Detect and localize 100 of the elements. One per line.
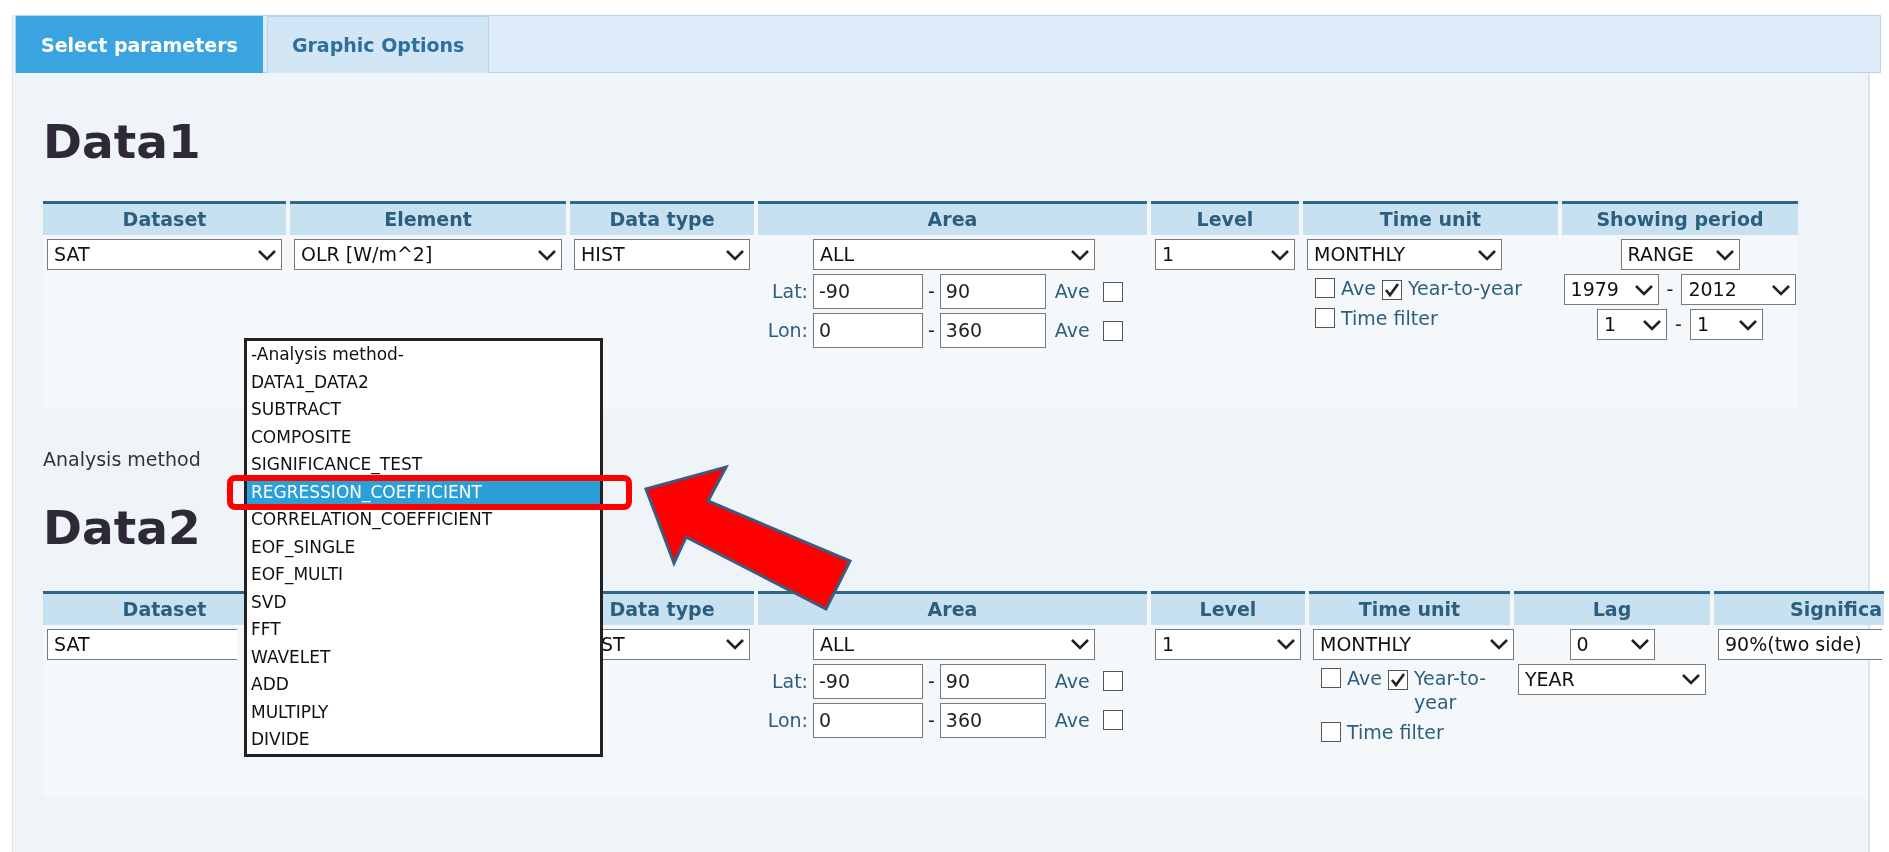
caret-icon <box>1489 638 1509 650</box>
checkbox[interactable] <box>1102 710 1123 730</box>
checkbox-label: Time filter <box>1347 719 1444 744</box>
checkbox[interactable] <box>1102 671 1123 691</box>
menu-item[interactable]: COMPOSITE <box>247 423 600 451</box>
dropdown[interactable]: YEAR <box>1518 663 1706 695</box>
range-separator: - <box>1666 277 1674 303</box>
menu-item[interactable]: SIGNIFICANCE_TEST <box>247 451 600 479</box>
checkbox-label: Time filter <box>1341 306 1438 330</box>
field-label: Analysis method <box>43 447 201 472</box>
dropdown[interactable]: 1 <box>1155 628 1301 660</box>
caret-icon <box>1629 638 1650 650</box>
checkbox[interactable] <box>1321 721 1341 742</box>
caret-icon <box>1276 638 1296 650</box>
column-header: Time unit <box>1303 201 1558 235</box>
dropdown[interactable]: 0 <box>1569 628 1655 660</box>
caret-icon <box>257 248 277 261</box>
menu-item[interactable]: WAVELET <box>247 643 600 671</box>
caret-icon <box>1681 673 1701 685</box>
input-field[interactable]: 90 <box>939 663 1046 699</box>
section-heading: Data2 <box>43 503 201 551</box>
dropdown[interactable]: ALL <box>813 239 1095 270</box>
input-field[interactable]: -90 <box>813 663 923 699</box>
dropdown[interactable]: 2012 <box>1681 274 1797 305</box>
dropdown[interactable]: SAT <box>47 239 282 270</box>
column-header: Area <box>758 201 1147 235</box>
checkbox[interactable] <box>1102 281 1123 302</box>
checkbox-label: Ave <box>1054 668 1090 694</box>
dropdown[interactable]: 90%(two side) <box>1718 628 1882 660</box>
menu-item[interactable]: -Analysis method- <box>247 341 600 369</box>
range-separator: - <box>1675 312 1682 338</box>
check-icon <box>1389 671 1406 688</box>
input-field[interactable]: 0 <box>813 313 923 348</box>
menu-item[interactable]: EOF_MULTI <box>247 561 600 589</box>
input-field[interactable]: 90 <box>939 274 1046 309</box>
check-icon <box>1383 282 1400 298</box>
caret-icon <box>1633 283 1654 296</box>
column-header: Time unit <box>1309 590 1510 625</box>
dropdown[interactable]: MONTHLY <box>1307 239 1502 270</box>
input-field[interactable]: 360 <box>939 313 1046 348</box>
checkbox-label: Ave <box>1054 279 1090 305</box>
coord-label: Lon: <box>766 318 808 344</box>
column-header: Level <box>1151 590 1305 625</box>
dropdown[interactable]: MONTHLY <box>1313 628 1514 660</box>
range-separator: - <box>928 318 935 344</box>
column-header: Level <box>1151 201 1299 235</box>
checkbox-label: Ave <box>1054 707 1090 733</box>
menu-item[interactable]: MULTIPLY <box>247 698 600 726</box>
dropdown[interactable]: RANGE <box>1620 239 1740 270</box>
checkbox-label: Ave <box>1347 665 1382 690</box>
caret-icon <box>1070 638 1090 650</box>
caret-icon <box>725 638 745 650</box>
caret-icon <box>537 248 557 261</box>
caret-icon <box>1642 318 1663 331</box>
column-header: Data type <box>570 201 754 235</box>
caret-icon <box>1070 248 1090 261</box>
menu-item[interactable]: EOF_SINGLE <box>247 533 600 561</box>
dropdown[interactable]: 1 <box>1689 309 1763 340</box>
checkbox-label: Year-to-year <box>1407 276 1523 300</box>
caret-icon <box>1714 248 1735 261</box>
coord-label: Lat: <box>770 668 808 694</box>
checkbox[interactable] <box>1387 669 1408 690</box>
section-heading: Data1 <box>43 118 201 165</box>
caret-icon <box>1477 248 1497 261</box>
menu-item[interactable]: SUBTRACT <box>247 396 600 424</box>
dropdown[interactable]: SAT <box>47 628 237 660</box>
tab[interactable]: Graphic Options <box>266 16 490 73</box>
menu-item[interactable]: DATA1_DATA2 <box>247 368 600 396</box>
dropdown[interactable]: HIST <box>574 239 750 270</box>
range-separator: - <box>928 707 935 733</box>
dropdown[interactable]: OLR [W/m^2] <box>294 239 562 270</box>
column-header: Element <box>290 201 566 235</box>
column-header: Area <box>758 590 1147 625</box>
checkbox[interactable] <box>1102 320 1123 341</box>
dropdown[interactable]: ALL <box>813 628 1095 660</box>
caret-icon <box>1270 248 1290 261</box>
dropdown[interactable]: 1 <box>1155 239 1295 270</box>
checkbox[interactable] <box>1381 280 1402 300</box>
input-field[interactable]: 0 <box>813 702 923 738</box>
column-header: Significa <box>1714 590 1884 625</box>
menu-item[interactable]: CORRELATION_COEFFICIENT <box>247 506 600 534</box>
caret-icon <box>1771 283 1792 296</box>
input-field[interactable]: 360 <box>939 702 1046 738</box>
input-field[interactable]: -90 <box>813 274 923 309</box>
checkbox-label: Ave <box>1054 318 1090 344</box>
column-header: Lag <box>1514 590 1710 625</box>
checkbox[interactable] <box>1321 667 1341 688</box>
range-separator: - <box>928 279 935 305</box>
column-header: Dataset <box>43 201 286 235</box>
menu-item[interactable]: ADD <box>247 671 600 699</box>
checkbox[interactable] <box>1315 278 1335 298</box>
dropdown[interactable]: 1 <box>1597 309 1668 340</box>
caret-icon <box>1737 318 1758 331</box>
checkbox-label: Ave <box>1341 276 1376 300</box>
range-separator: - <box>928 668 935 694</box>
checkbox[interactable] <box>1315 308 1335 328</box>
checkbox-label: Year-to-year <box>1413 665 1488 714</box>
column-header: Showing period <box>1562 201 1798 235</box>
dropdown[interactable]: 1979 <box>1563 274 1659 305</box>
menu-item[interactable]: DIVIDE <box>247 726 600 754</box>
